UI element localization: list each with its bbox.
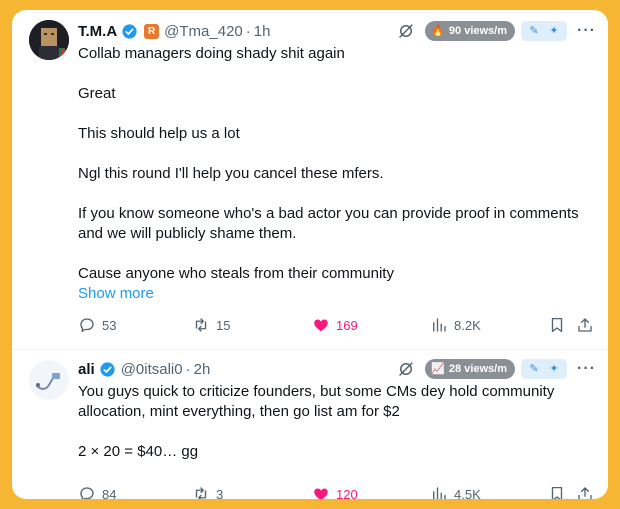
analytics-icon [433,318,446,332]
reply-button[interactable]: 53 [78,316,116,334]
share-icon [578,487,592,499]
views-rate-badge: 📈 28 views/m [425,359,516,379]
heart-icon [314,319,328,332]
view-count: 4.5K [454,486,481,500]
like-count: 169 [336,317,358,333]
avatar[interactable] [29,20,69,60]
display-name[interactable]: ali [78,361,95,378]
tweet-text: Collab managers doing shady shit again G… [78,44,598,304]
tool-buttons: ✎ ✦ [521,21,568,41]
more-options-icon[interactable]: ··· [577,22,596,40]
tweet[interactable]: T.M.A R @Tma_420 · 1h 🔥 90 views/m ✎ ✦ ·… [12,10,608,349]
like-button[interactable]: 169 [312,316,358,334]
heart-icon [314,488,328,499]
bookmark-button[interactable] [548,485,566,499]
tweet-text: You guys quick to criticize founders, bu… [78,383,555,460]
tweet[interactable]: ali @0itsali0 · 2h 📈 28 views/m ✎ ✦ ··· [12,350,608,499]
reply-count: 53 [102,317,117,333]
display-name[interactable]: T.M.A [78,23,117,40]
tweet-actions: 53 15 169 8.2K [78,316,598,336]
more-options-icon[interactable]: ··· [577,360,596,378]
no-signal-icon[interactable] [397,22,415,40]
bookmark-icon [551,317,563,333]
tweet-tools: 🔥 90 views/m ✎ ✦ ··· [397,20,596,42]
trend-icon: 📈 [431,362,445,375]
reply-icon [80,487,94,499]
tool-buttons: ✎ ✦ [521,359,568,379]
views-button[interactable]: 8.2K [430,316,481,334]
sparkle-icon[interactable]: ✦ [549,25,558,37]
repost-count: 15 [216,317,231,333]
no-signal-icon[interactable] [397,360,415,378]
share-button[interactable] [576,485,594,499]
repost-icon [195,318,207,332]
like-button[interactable]: 120 [312,485,358,499]
tweet-tools: 📈 28 views/m ✎ ✦ ··· [397,358,596,380]
view-count: 8.2K [454,317,481,333]
reply-count: 84 [102,486,117,500]
user-handle[interactable]: @Tma_420 [164,23,243,40]
timeline-card: T.M.A R @Tma_420 · 1h 🔥 90 views/m ✎ ✦ ·… [12,10,608,499]
repost-button[interactable]: 15 [192,316,230,334]
analytics-icon [433,487,446,499]
tweet-header: T.M.A R @Tma_420 · 1h [78,20,270,42]
share-button[interactable] [576,316,594,334]
repost-button[interactable]: 3 [192,485,223,499]
bookmark-button[interactable] [548,316,566,334]
repost-count: 3 [216,486,224,500]
timestamp[interactable]: 1h [254,23,271,40]
r-badge-icon: R [144,23,160,39]
bookmark-icon [551,486,563,499]
verified-icon [100,361,115,377]
like-count: 120 [336,486,358,500]
reply-button[interactable]: 84 [78,485,116,499]
edit-icon[interactable]: ✎ [529,363,538,375]
tweet-header: ali @0itsali0 · 2h [78,358,210,380]
separator: · [245,22,251,40]
views-rate-badge: 🔥 90 views/m [425,21,516,41]
reply-icon [80,318,94,333]
sparkle-icon[interactable]: ✦ [549,363,558,375]
edit-icon[interactable]: ✎ [529,25,538,37]
timestamp[interactable]: 2h [194,361,211,378]
repost-icon [195,487,207,499]
tweet-actions: 84 3 120 4.5K [78,485,598,499]
fire-icon: 🔥 [431,24,445,37]
share-icon [578,318,592,332]
verified-icon [122,23,137,39]
avatar[interactable] [29,360,69,400]
user-handle[interactable]: @0itsali0 [121,361,183,378]
separator: · [185,360,191,378]
views-button[interactable]: 4.5K [430,485,481,499]
show-more-link[interactable]: Show more [78,284,598,304]
